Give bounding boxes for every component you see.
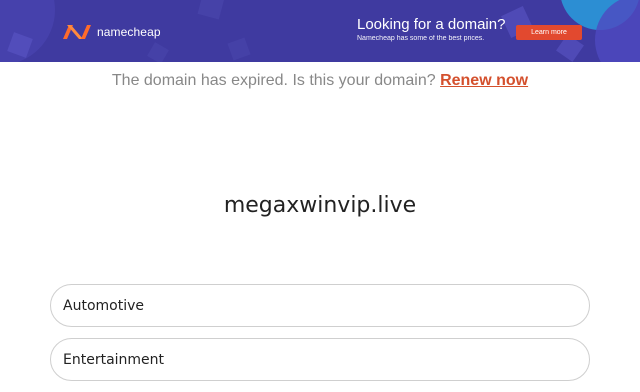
category-list: Automotive Entertainment: [50, 284, 590, 392]
promo-title: Looking for a domain?: [357, 16, 506, 33]
promo-subtitle: Namecheap has some of the best prices.: [357, 35, 485, 42]
expired-notice: The domain has expired. Is this your dom…: [0, 72, 640, 90]
brand-name: namecheap: [97, 25, 161, 39]
expired-notice-text: The domain has expired. Is this your dom…: [111, 72, 436, 89]
category-item-automotive[interactable]: Automotive: [50, 284, 590, 327]
namecheap-logo-icon: [63, 25, 91, 39]
promo-banner: namecheap Looking for a domain? Namechea…: [0, 0, 640, 62]
learn-more-button[interactable]: Learn more: [516, 25, 582, 40]
namecheap-brand[interactable]: namecheap: [61, 22, 161, 42]
promo-text: Looking for a domain? Namecheap has some…: [357, 16, 505, 44]
domain-name: megaxwinvip.live: [223, 193, 417, 218]
renew-now-link[interactable]: Renew now: [440, 72, 528, 89]
